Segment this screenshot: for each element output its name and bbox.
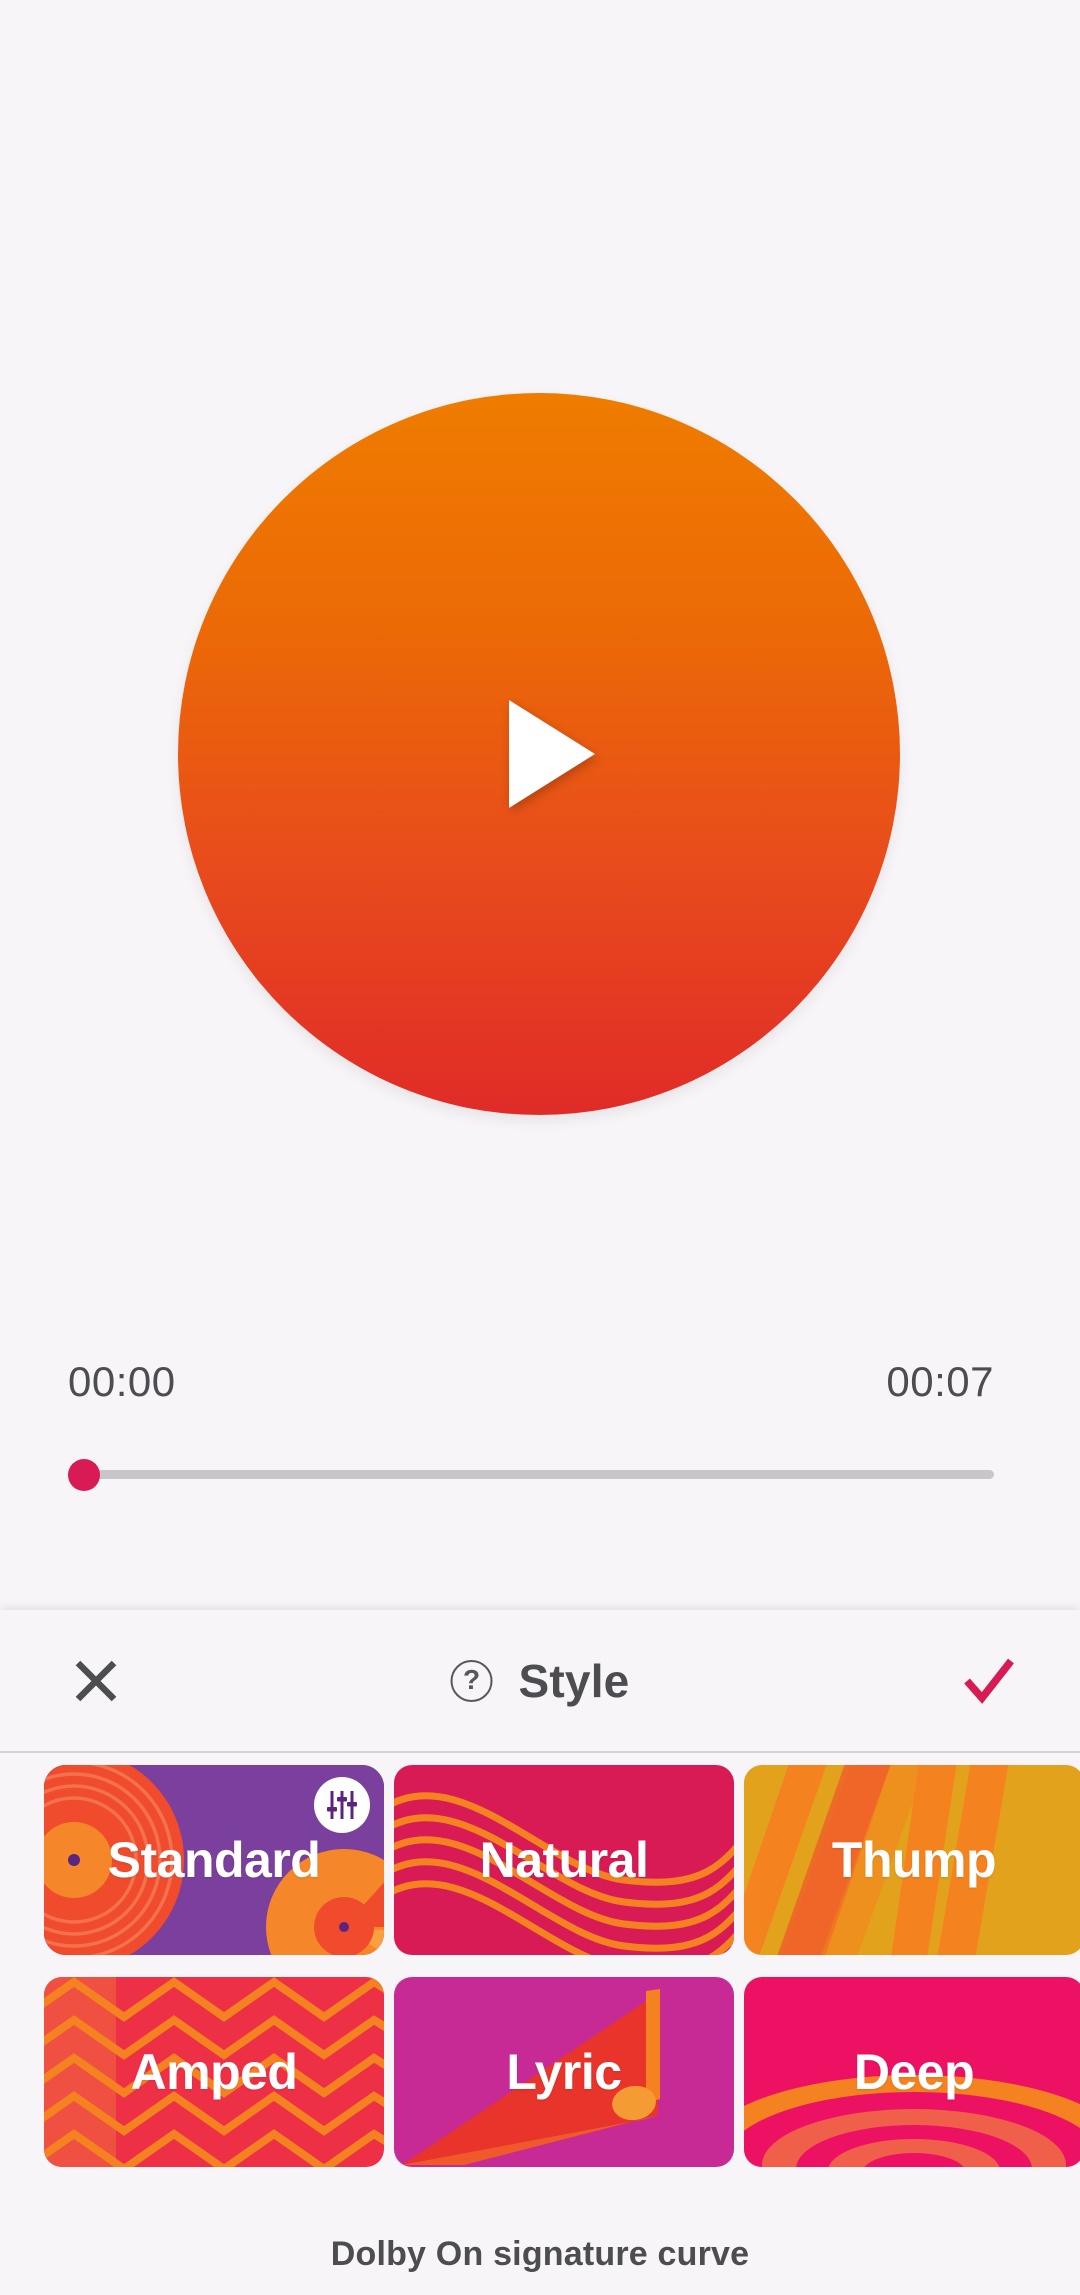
check-icon <box>964 1658 1014 1704</box>
help-icon[interactable]: ? <box>450 1659 493 1702</box>
style-label: Natural <box>479 1832 649 1888</box>
sheet-title-group: ? Style <box>450 1654 630 1708</box>
close-x-icon <box>75 1660 117 1701</box>
current-time-label: 00:00 <box>68 1358 176 1405</box>
total-time-label: 00:07 <box>886 1358 994 1405</box>
style-card-natural[interactable]: Natural <box>394 1765 734 1955</box>
seek-thumb[interactable] <box>68 1459 100 1491</box>
style-label: Deep <box>853 2044 975 2100</box>
style-grid: Standard Natural Thump Amped Lyric Deep <box>0 1765 1080 2167</box>
style-card-standard[interactable]: Standard <box>44 1765 384 1955</box>
style-card-lyric[interactable]: Lyric <box>394 1977 734 2167</box>
style-card-thump[interactable]: Thump <box>744 1765 1080 1955</box>
style-label: Thump <box>831 1832 997 1888</box>
play-triangle-icon <box>509 700 595 808</box>
time-row: 00:00 00:07 <box>68 1358 994 1406</box>
player-area: 00:00 00:07 <box>0 0 1080 1610</box>
style-label: Lyric <box>506 2044 622 2100</box>
confirm-button[interactable] <box>960 1652 1018 1710</box>
seek-track[interactable] <box>68 1470 994 1479</box>
equalizer-sliders-icon <box>327 1791 357 1819</box>
dolby-on-style-screen: 00:00 00:07 ? Style Standard Natural Thu… <box>0 0 1080 2295</box>
play-pause-button[interactable] <box>178 393 900 1115</box>
style-sheet: ? Style Standard Natural Thump Amped Lyr… <box>0 1610 1080 2295</box>
style-card-amped[interactable]: Amped <box>44 1977 384 2167</box>
equalizer-badge <box>314 1777 370 1833</box>
style-label: Amped <box>130 2044 298 2100</box>
seek-bar[interactable] <box>68 1455 994 1495</box>
style-label: Standard <box>107 1832 321 1888</box>
sheet-title: Style <box>518 1654 630 1707</box>
close-button[interactable] <box>68 1653 124 1709</box>
style-card-deep[interactable]: Deep <box>744 1977 1080 2167</box>
style-caption: Dolby On signature curve <box>330 2235 750 2273</box>
sheet-toolbar: ? Style <box>0 1610 1080 1753</box>
